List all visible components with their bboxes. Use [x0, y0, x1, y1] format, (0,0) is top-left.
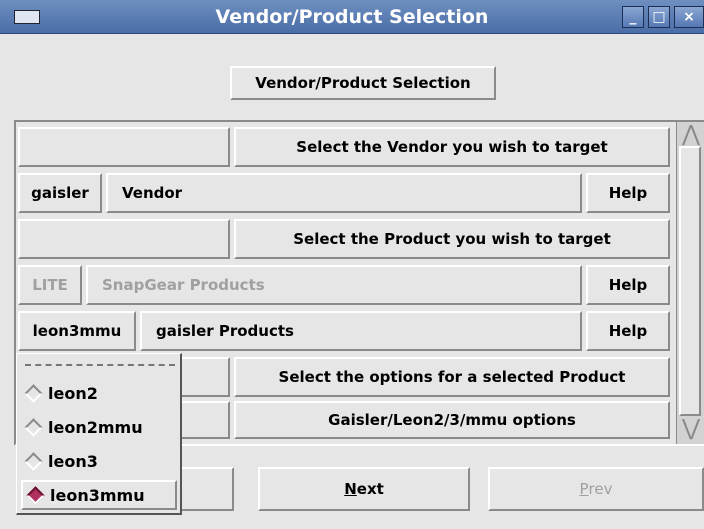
snapgear-help-button[interactable]: Help — [586, 265, 670, 305]
vertical-scrollbar[interactable]: ⋀ ⋁ — [676, 122, 704, 444]
vendor-help-button[interactable]: Help — [586, 173, 670, 213]
prev-mnemonic: P — [579, 480, 589, 498]
radio-diamond-selected-icon — [26, 485, 45, 505]
vendor-blank-cell — [18, 127, 230, 167]
menu-item-label: leon3 — [48, 451, 98, 471]
menu-item-leon3mmu[interactable]: leon3mmu — [21, 480, 177, 510]
gaisler-products-label: gaisler Products — [140, 311, 582, 351]
gaisler-leon-options-button[interactable]: Gaisler/Leon2/3/mmu options — [234, 401, 670, 439]
product-blank-cell — [18, 219, 230, 259]
menu-item-label: leon2 — [48, 383, 98, 403]
minimize-button[interactable]: _ — [622, 6, 644, 28]
tear-off-line[interactable] — [25, 364, 175, 366]
vendor-prompt: Select the Vendor you wish to target — [234, 127, 670, 167]
scroll-down-arrow-icon[interactable]: ⋁ — [679, 418, 703, 440]
scroll-thumb[interactable] — [679, 146, 701, 416]
snapgear-value-button[interactable]: LITE — [18, 265, 82, 305]
menu-item-leon3[interactable]: leon3 — [21, 446, 177, 476]
product-prompt: Select the Product you wish to target — [234, 219, 670, 259]
vendor-value-button[interactable]: gaisler — [18, 173, 102, 213]
radio-diamond-icon — [24, 451, 43, 471]
snapgear-products-label: SnapGear Products — [86, 265, 582, 305]
menu-item-leon2mmu[interactable]: leon2mmu — [21, 412, 177, 442]
next-label: ext — [356, 480, 384, 498]
window-title: Vendor/Product Selection — [215, 6, 489, 28]
processor-popup-menu[interactable]: leon2 leon2mmu leon3 leon3mmu — [16, 353, 182, 515]
options-prompt: Select the options for a selected Produc… — [234, 357, 670, 397]
prev-label: rev — [588, 480, 613, 498]
vendor-label: Vendor — [106, 173, 582, 213]
gaisler-product-menu-button[interactable]: leon3mmu — [18, 311, 136, 351]
close-button[interactable]: × — [674, 6, 704, 28]
menu-item-leon2[interactable]: leon2 — [21, 378, 177, 408]
scroll-up-arrow-icon[interactable]: ⋀ — [679, 124, 703, 146]
next-button[interactable]: Next — [258, 467, 470, 511]
next-mnemonic: N — [344, 480, 357, 498]
prev-button[interactable]: Prev — [488, 467, 704, 511]
gaisler-help-button[interactable]: Help — [586, 311, 670, 351]
menu-item-label: leon3mmu — [50, 485, 145, 505]
radio-diamond-icon — [24, 417, 43, 437]
vendor-product-selection-button[interactable]: Vendor/Product Selection — [230, 66, 496, 100]
radio-diamond-icon — [24, 383, 43, 403]
title-bar: Vendor/Product Selection _ □ × — [0, 0, 704, 34]
maximize-button[interactable]: □ — [648, 6, 670, 28]
menu-item-label: leon2mmu — [48, 417, 143, 437]
